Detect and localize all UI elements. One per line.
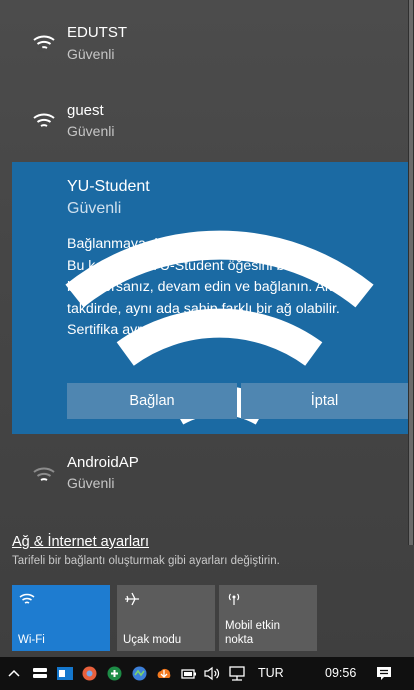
- ball-icon[interactable]: [81, 665, 98, 682]
- clock[interactable]: 09:56: [325, 666, 356, 680]
- wifi-signal-icon: [33, 35, 55, 52]
- tile-label: Mobil etkin nokta: [225, 619, 280, 647]
- network-status: Güvenli: [67, 46, 115, 62]
- network-item-yu-student[interactable]: YU-Student Güvenli Bağlanmaya devam edil…: [12, 162, 408, 434]
- network-settings-link[interactable]: Ağ & İnternet ayarları: [12, 534, 149, 550]
- airplane-icon: [125, 592, 139, 606]
- scrollbar-thumb[interactable]: [409, 0, 413, 545]
- outlook-icon[interactable]: [56, 665, 74, 682]
- wifi-signal-icon: [33, 467, 55, 481]
- cloud-icon[interactable]: [155, 665, 173, 682]
- battery-icon[interactable]: [180, 665, 197, 682]
- scrollbar[interactable]: [408, 0, 414, 545]
- tile-label: Wi-Fi: [18, 634, 45, 646]
- connect-prompt: Bağlanmaya devam edilsin mi? Bu konumda …: [67, 234, 407, 342]
- network-status: Güvenli: [67, 123, 115, 139]
- network-ssid: YU-Student: [67, 178, 150, 195]
- tile-label: Uçak modu: [123, 634, 182, 646]
- taskbar: TUR 09:56: [0, 657, 414, 690]
- prompt-line: Bağlanmaya devam edilsin mi?: [67, 236, 264, 252]
- network-item-androidap[interactable]: AndroidAP Güvenli: [0, 436, 408, 506]
- language-indicator[interactable]: TUR: [258, 666, 284, 680]
- prompt-line: Bu konumda YU-Student öğesini bulmayı: [67, 257, 327, 274]
- tile-label-line: nokta: [225, 634, 254, 646]
- notifications-icon[interactable]: [375, 665, 393, 682]
- airplane-mode-tile[interactable]: Uçak modu: [117, 585, 215, 651]
- tile-label-line: Mobil etkin: [225, 620, 280, 632]
- network-status: Güvenli: [67, 200, 122, 217]
- connect-button[interactable]: Bağlan: [67, 383, 237, 419]
- wifi-toggle-tile[interactable]: Wi-Fi: [12, 585, 110, 651]
- prompt-line: bekliyorsanız, devam edin ve bağlanın. A…: [67, 279, 343, 295]
- wifi-icon: [19, 593, 35, 604]
- prompt-line: takdirde, aynı ada sahip farklı bir ağ o…: [67, 300, 340, 317]
- network-ssid: EDUTST: [67, 24, 127, 41]
- certificate-details-link[interactable]: Sertifika ayrıntılarını göster: [67, 320, 407, 342]
- network-settings-description: Tarifeli bir bağlantı oluşturmak gibi ay…: [12, 555, 280, 567]
- network-flyout: EDUTST Güvenli guest Güvenli YU-Student …: [0, 0, 414, 657]
- volume-icon[interactable]: [203, 665, 221, 682]
- network-item-edutst[interactable]: EDUTST Güvenli: [0, 0, 408, 80]
- network-icon[interactable]: [228, 665, 246, 682]
- mobile-hotspot-tile[interactable]: Mobil etkin nokta: [219, 585, 317, 651]
- app-icon[interactable]: [131, 665, 148, 682]
- network-ssid: guest: [67, 102, 104, 119]
- network-ssid: AndroidAP: [67, 454, 139, 471]
- cancel-button[interactable]: İptal: [241, 383, 408, 419]
- hotspot-icon: [228, 593, 240, 605]
- network-status: Güvenli: [67, 475, 115, 491]
- shield-icon[interactable]: [106, 665, 123, 682]
- chevron-up-icon[interactable]: [8, 665, 20, 682]
- storage-icon[interactable]: [32, 665, 48, 682]
- wifi-signal-icon: [33, 113, 55, 127]
- network-item-guest[interactable]: guest Güvenli: [0, 80, 408, 160]
